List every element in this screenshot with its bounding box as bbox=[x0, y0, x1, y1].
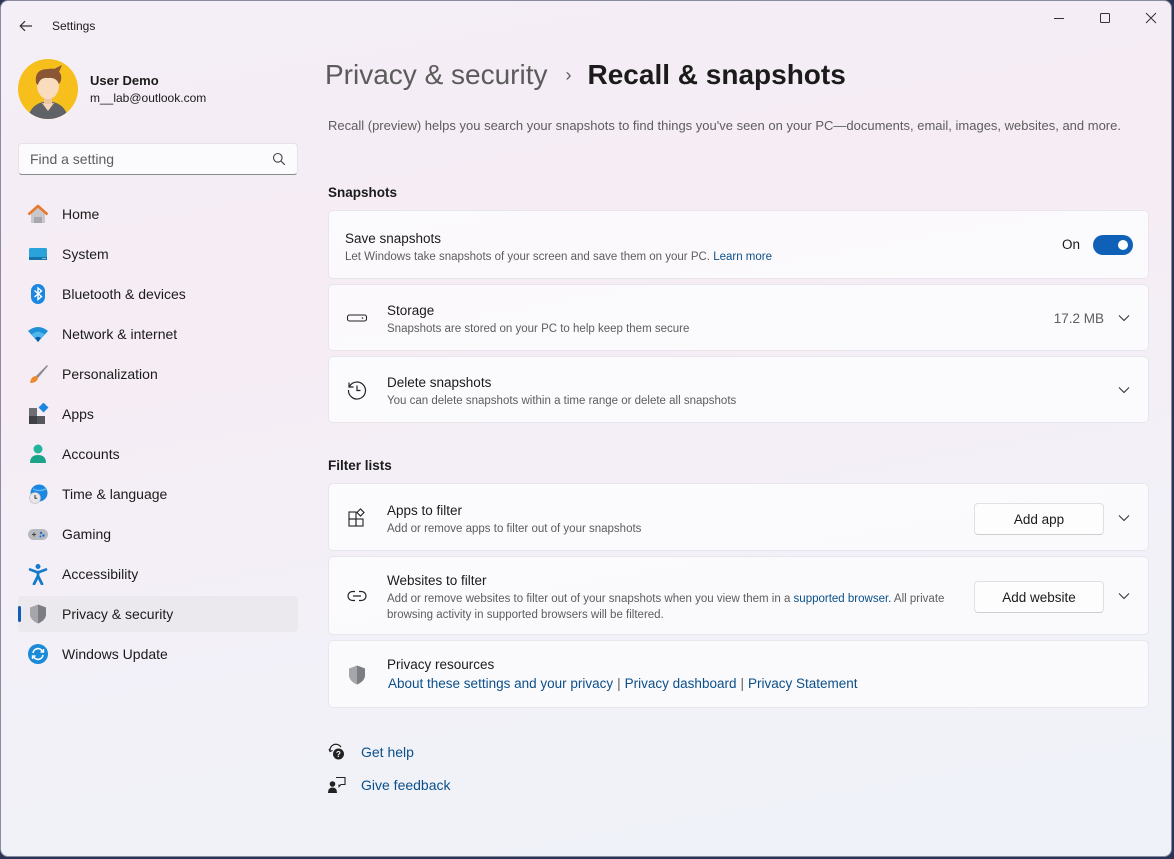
app-title: Settings bbox=[52, 19, 96, 33]
sidebar-item-time-language[interactable]: Time & language bbox=[18, 476, 298, 512]
home-icon bbox=[27, 203, 49, 225]
breadcrumb-parent-link[interactable]: Privacy & security bbox=[325, 59, 548, 91]
user-profile[interactable]: User Demo m__lab@outlook.com bbox=[18, 59, 206, 119]
websites-to-filter-card[interactable]: Websites to filter Add or remove website… bbox=[328, 556, 1149, 635]
chevron-down-icon[interactable] bbox=[1114, 508, 1134, 528]
add-website-button[interactable]: Add website bbox=[974, 581, 1104, 613]
avatar bbox=[18, 59, 78, 119]
privacy-resources-title: Privacy resources bbox=[387, 657, 495, 672]
avatar-illustration-icon bbox=[28, 65, 68, 119]
apps-to-filter-card[interactable]: Apps to filter Add or remove apps to fil… bbox=[328, 483, 1149, 551]
apps-icon bbox=[27, 403, 49, 425]
sidebar-item-accessibility[interactable]: Accessibility bbox=[18, 556, 298, 592]
breadcrumb-separator-icon: › bbox=[565, 64, 572, 85]
gamepad-icon bbox=[27, 523, 49, 545]
apps-to-filter-title: Apps to filter bbox=[387, 503, 463, 518]
link-icon bbox=[346, 585, 368, 607]
maximize-icon bbox=[1100, 13, 1110, 23]
privacy-resources-card: Privacy resources About these settings a… bbox=[328, 640, 1149, 708]
sidebar-item-gaming[interactable]: Gaming bbox=[18, 516, 298, 552]
save-snapshots-subtitle: Let Windows take snapshots of your scree… bbox=[345, 251, 773, 263]
svg-text:?: ? bbox=[336, 750, 341, 759]
breadcrumb: Privacy & security › Recall & snapshots bbox=[325, 59, 846, 91]
sidebar-item-accounts[interactable]: Accounts bbox=[18, 436, 298, 472]
settings-window: Settings User Demo m__lab@outlook.com Fi… bbox=[0, 0, 1172, 857]
close-button[interactable] bbox=[1128, 1, 1171, 35]
search-icon[interactable] bbox=[272, 152, 286, 166]
chevron-down-icon[interactable] bbox=[1114, 586, 1134, 606]
sidebar-item-network-internet[interactable]: Network & internet bbox=[18, 316, 298, 352]
supported-browser-link[interactable]: supported browser. bbox=[794, 593, 892, 605]
user-email: m__lab@outlook.com bbox=[90, 91, 207, 105]
bluetooth-icon bbox=[27, 283, 49, 305]
wifi-icon bbox=[27, 323, 49, 345]
storage-card[interactable]: Storage Snapshots are stored on your PC … bbox=[328, 284, 1149, 351]
websites-to-filter-title: Websites to filter bbox=[387, 573, 487, 588]
storage-subtitle: Snapshots are stored on your PC to help … bbox=[387, 323, 690, 335]
privacy-statement-link[interactable]: Privacy Statement bbox=[748, 676, 858, 691]
apps-to-filter-subtitle: Add or remove apps to filter out of your… bbox=[387, 523, 642, 535]
back-button[interactable] bbox=[13, 13, 39, 39]
sidebar-item-personalization[interactable]: Personalization bbox=[18, 356, 298, 392]
give-feedback-link[interactable]: Give feedback bbox=[327, 775, 451, 795]
sidebar-item-home[interactable]: Home bbox=[18, 196, 298, 232]
websites-to-filter-subtitle: Add or remove websites to filter out of … bbox=[387, 593, 945, 621]
help-chat-icon: ? bbox=[327, 742, 347, 762]
chevron-down-icon[interactable] bbox=[1114, 308, 1134, 328]
privacy-resource-links: About these settings and your privacy | Pr… bbox=[388, 676, 858, 691]
sidebar-item-windows-update[interactable]: Windows Update bbox=[18, 636, 298, 672]
back-arrow-icon bbox=[19, 20, 32, 32]
search-input[interactable] bbox=[19, 151, 259, 167]
account-icon bbox=[27, 443, 49, 465]
sidebar-item-apps[interactable]: Apps bbox=[18, 396, 298, 432]
minimize-button[interactable] bbox=[1036, 1, 1082, 35]
save-snapshots-title: Save snapshots bbox=[345, 231, 442, 246]
toggle-knob bbox=[1118, 240, 1128, 250]
storage-drive-icon bbox=[346, 307, 368, 329]
search-box bbox=[18, 143, 298, 175]
feedback-icon bbox=[327, 775, 347, 795]
storage-size-value: 17.2 MB bbox=[1053, 311, 1104, 326]
page-description: Recall (preview) helps you search your s… bbox=[328, 118, 1121, 133]
accessibility-icon bbox=[27, 563, 49, 585]
link-separator: | bbox=[617, 676, 621, 691]
learn-more-link[interactable]: Learn more bbox=[713, 251, 772, 263]
sidebar-nav: Home System Bluetooth & devices Network … bbox=[18, 196, 298, 676]
close-icon bbox=[1145, 12, 1157, 24]
save-snapshots-toggle[interactable] bbox=[1093, 235, 1133, 255]
privacy-shield-icon bbox=[346, 664, 368, 686]
apps-add-icon bbox=[346, 507, 368, 529]
sidebar-item-bluetooth-devices[interactable]: Bluetooth & devices bbox=[18, 276, 298, 312]
sidebar-item-privacy-security[interactable]: Privacy & security bbox=[18, 596, 298, 632]
link-separator: | bbox=[740, 676, 744, 691]
title-bar: Settings bbox=[1, 1, 1171, 49]
section-title-snapshots: Snapshots bbox=[328, 185, 398, 200]
system-icon bbox=[27, 243, 49, 265]
shield-icon bbox=[27, 603, 49, 625]
page-title: Recall & snapshots bbox=[587, 59, 846, 90]
delete-snapshots-subtitle: You can delete snapshots within a time r… bbox=[387, 395, 737, 407]
get-help-link[interactable]: ? Get help bbox=[327, 742, 414, 762]
save-snapshots-card: Save snapshots Let Windows take snapshot… bbox=[328, 210, 1149, 279]
storage-title: Storage bbox=[387, 303, 435, 318]
globe-clock-icon bbox=[27, 483, 49, 505]
sidebar-item-system[interactable]: System bbox=[18, 236, 298, 272]
add-app-button[interactable]: Add app bbox=[974, 503, 1104, 535]
section-title-filter-lists: Filter lists bbox=[328, 458, 392, 473]
paintbrush-icon bbox=[27, 363, 49, 385]
save-snapshots-toggle-state: On bbox=[1061, 237, 1080, 252]
maximize-button[interactable] bbox=[1082, 1, 1128, 35]
minimize-icon bbox=[1054, 18, 1064, 19]
update-icon bbox=[27, 643, 49, 665]
privacy-dashboard-link[interactable]: Privacy dashboard bbox=[625, 676, 737, 691]
delete-snapshots-card[interactable]: Delete snapshots You can delete snapshot… bbox=[328, 356, 1149, 423]
user-name: User Demo bbox=[90, 73, 159, 88]
chevron-down-icon[interactable] bbox=[1114, 380, 1134, 400]
history-icon bbox=[346, 379, 368, 401]
about-settings-privacy-link[interactable]: About these settings and your privacy bbox=[388, 676, 613, 691]
delete-snapshots-title: Delete snapshots bbox=[387, 375, 492, 390]
